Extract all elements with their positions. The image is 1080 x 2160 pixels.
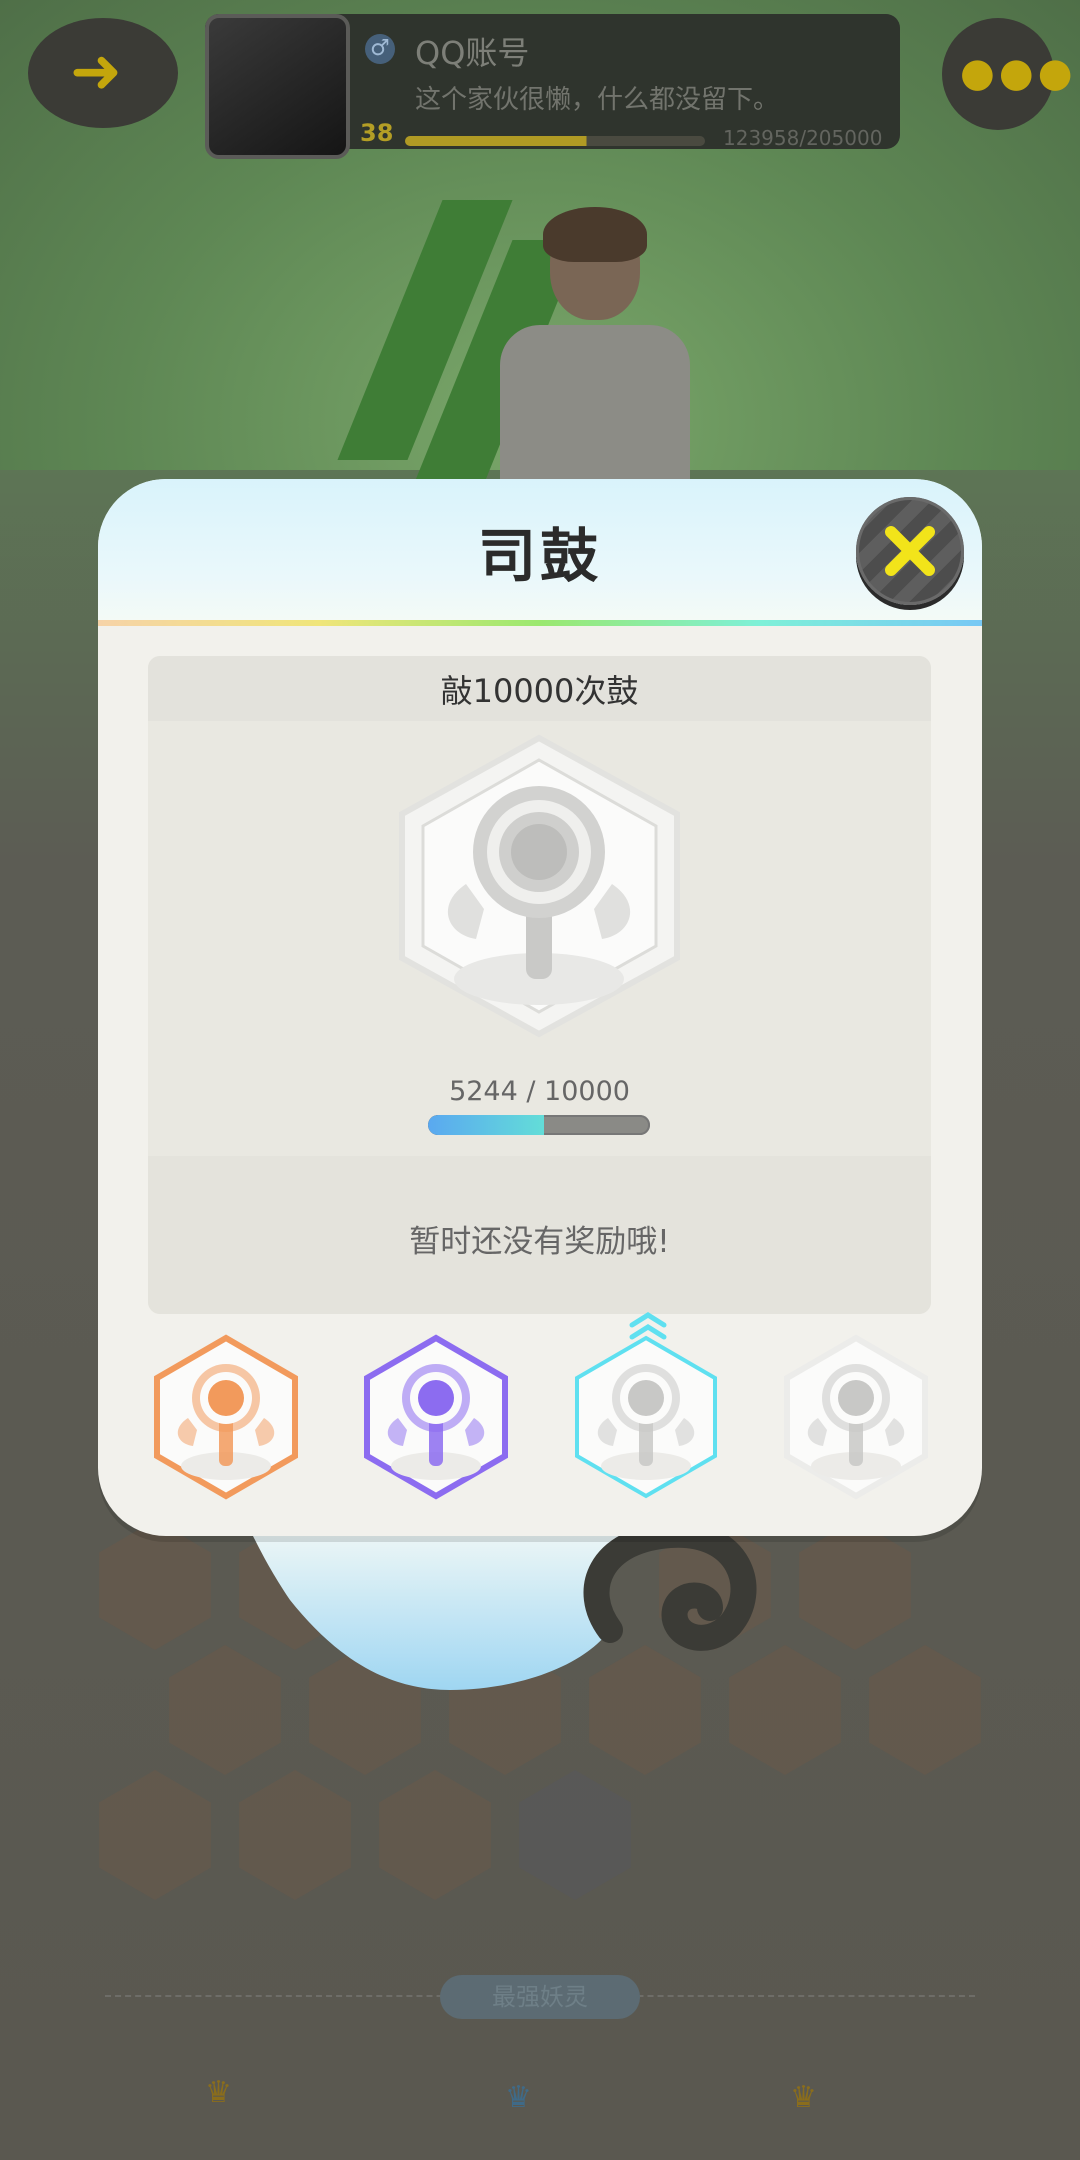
crown-icon: ♛ (505, 2080, 532, 2115)
profile-card[interactable]: ♂ QQ账号 这个家伙很懒，什么都没留下。 38 123958/205000 (205, 14, 900, 159)
task-description: 敲10000次鼓 (440, 672, 639, 710)
arrow-left-icon: ➜ (70, 34, 122, 107)
more-button[interactable]: ●●● (942, 18, 1073, 130)
tier-badge-silver[interactable] (571, 1334, 721, 1500)
badge-slot[interactable] (379, 1770, 491, 1900)
close-icon (885, 526, 935, 576)
profile-level: 38 (360, 119, 394, 147)
dialog-title: 司鼓 (477, 522, 602, 590)
drum-badge-icon (399, 734, 680, 1038)
progress-fill (428, 1115, 545, 1135)
drum-badge-icon (784, 1334, 928, 1500)
tier-badge-bronze[interactable] (151, 1334, 301, 1500)
profile-signature: 这个家伙很懒，什么都没留下。 (415, 85, 780, 115)
progress-text: 5244 / 10000 (449, 1076, 630, 1107)
tier-badge-purple[interactable] (361, 1334, 511, 1500)
drum-badge-icon (154, 1334, 298, 1500)
more-dots-icon: ●●● (960, 50, 1077, 96)
badge-slot[interactable] (99, 1520, 211, 1650)
badge-slot[interactable] (869, 1645, 981, 1775)
reward-area: 暂时还没有奖励哦! (148, 1156, 931, 1314)
crown-icon: ♛ (205, 2075, 232, 2110)
gender-icon: ♂ (365, 34, 395, 64)
reward-text: 暂时还没有奖励哦! (409, 1224, 670, 1260)
achievement-card: 敲10000次鼓 5244 / 10000 暂时还没有奖励哦! (148, 656, 931, 1314)
exp-bar (405, 136, 705, 146)
exp-text: 123958/205000 (723, 126, 883, 150)
progress-bar (428, 1115, 650, 1135)
back-button[interactable]: ➜ (28, 18, 178, 128)
achievement-dialog: 司鼓 敲10000次鼓 5244 / 10000 暂时还没有奖励哦! (98, 479, 982, 1536)
section-label: 最强妖灵 (440, 1975, 640, 2019)
player-character (495, 207, 695, 495)
header-divider (98, 620, 982, 626)
crown-icon: ♛ (790, 2080, 817, 2115)
drum-badge-icon (575, 1335, 717, 1499)
drum-badge-icon (364, 1334, 508, 1500)
avatar (205, 14, 350, 159)
tier-badge-gray[interactable] (781, 1334, 931, 1500)
modal-tail-decoration (250, 1530, 757, 1690)
badge-slot[interactable] (99, 1770, 211, 1900)
profile-name: QQ账号 (415, 34, 530, 72)
badge-slot[interactable] (519, 1770, 631, 1900)
badge-slot[interactable] (239, 1770, 351, 1900)
close-button[interactable] (856, 497, 964, 605)
